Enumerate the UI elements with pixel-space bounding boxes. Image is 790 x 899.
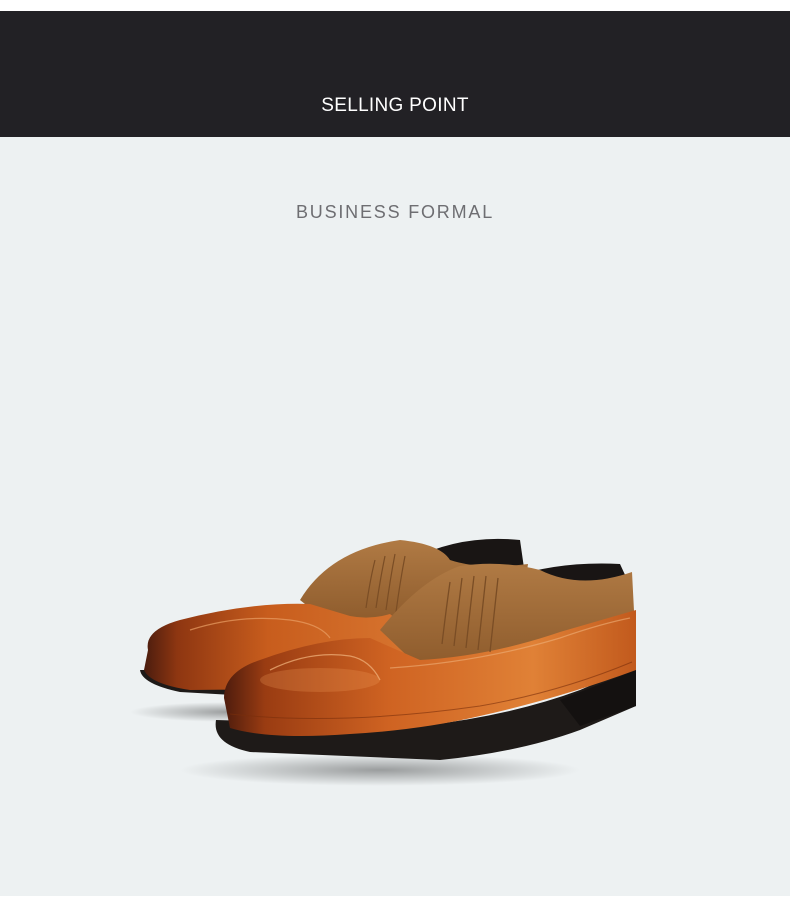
selling-point-title: SELLING POINT: [321, 95, 469, 116]
business-formal-title: BUSINESS FORMAL: [295, 202, 495, 222]
brown-leather-slip-on-shoes-icon: [130, 538, 636, 786]
selling-point-header: [0, 11, 790, 137]
top-margin: [0, 0, 790, 11]
